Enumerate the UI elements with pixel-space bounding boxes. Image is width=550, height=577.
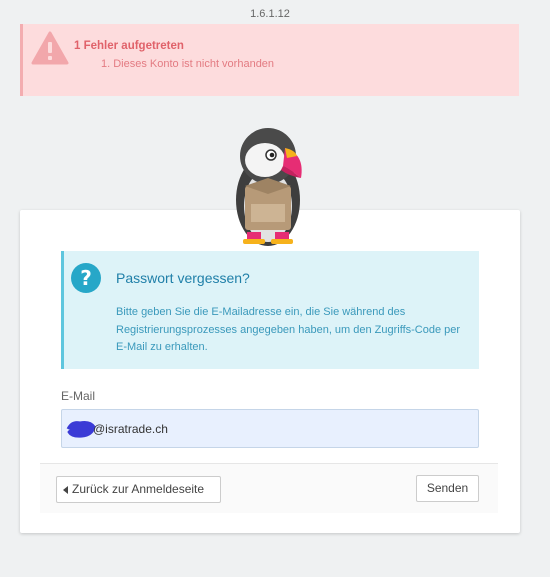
puffin-mascot-logo [236,128,302,246]
email-label: E-Mail [61,389,96,403]
error-title: 1 Fehler aufgetreten [74,40,184,52]
email-field[interactable]: @isratrade.ch [61,409,479,448]
error-alert: 1 Fehler aufgetreten 1. Dieses Konto ist… [20,24,519,96]
info-title: Passwort vergessen? [116,270,250,286]
form-footer: Zurück zur Anmeldeseite Senden [40,463,498,513]
caret-left-icon [63,486,68,494]
info-text: Bitte geben Sie die E-Mailadresse ein, d… [116,306,461,353]
info-alert: ? Passwort vergessen? Bitte geben Sie di… [61,251,479,369]
error-item: 1. Dieses Konto ist nicht vorhanden [101,58,275,70]
version-label: 1.6.1.12 [250,8,290,20]
back-button-label: Zurück zur Anmeldeseite [72,482,205,496]
redaction-scribble [66,421,96,438]
email-value: @isratrade.ch [93,422,168,436]
back-to-login-button[interactable]: Zurück zur Anmeldeseite [56,476,221,503]
send-button[interactable]: Senden [416,475,479,502]
warning-icon [31,31,69,65]
send-button-label: Senden [426,481,469,495]
question-icon: ? [71,263,101,293]
forgot-password-panel: ? Passwort vergessen? Bitte geben Sie di… [20,210,520,533]
